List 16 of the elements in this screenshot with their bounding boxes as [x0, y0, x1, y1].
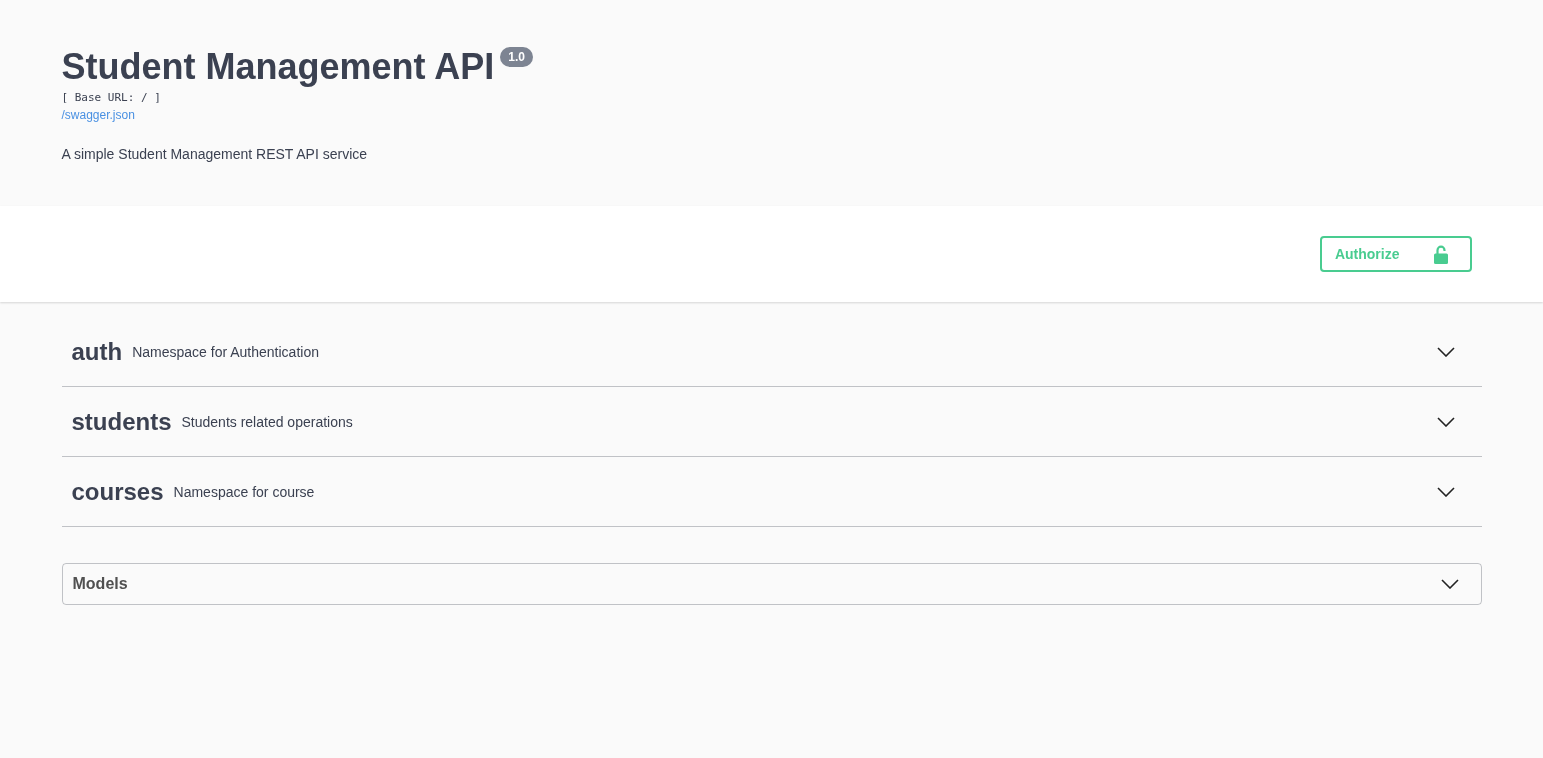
tag-section-header[interactable]: auth Namespace for Authentication — [61, 317, 1482, 387]
version-badge: 1.0 — [500, 47, 533, 67]
tag-name: auth — [71, 336, 123, 367]
base-url-text: [ Base URL: / ] — [61, 91, 162, 105]
tag-description: Students related operations — [181, 412, 353, 431]
unlocked-padlock-icon — [1433, 244, 1448, 264]
tag-name: courses — [71, 476, 164, 507]
models-title: Models — [72, 575, 128, 593]
api-description: A simple Student Management REST API service — [61, 145, 369, 163]
tag-description: Namespace for Authentication — [132, 342, 319, 361]
tag-section-header[interactable]: students Students related operations — [61, 387, 1482, 457]
models-header[interactable]: Models — [61, 563, 1482, 605]
tag-description: Namespace for course — [173, 482, 315, 501]
tag-name: students — [71, 406, 172, 437]
tag-section-header[interactable]: courses Namespace for course — [61, 457, 1482, 527]
api-title: Student Management API — [61, 45, 495, 89]
